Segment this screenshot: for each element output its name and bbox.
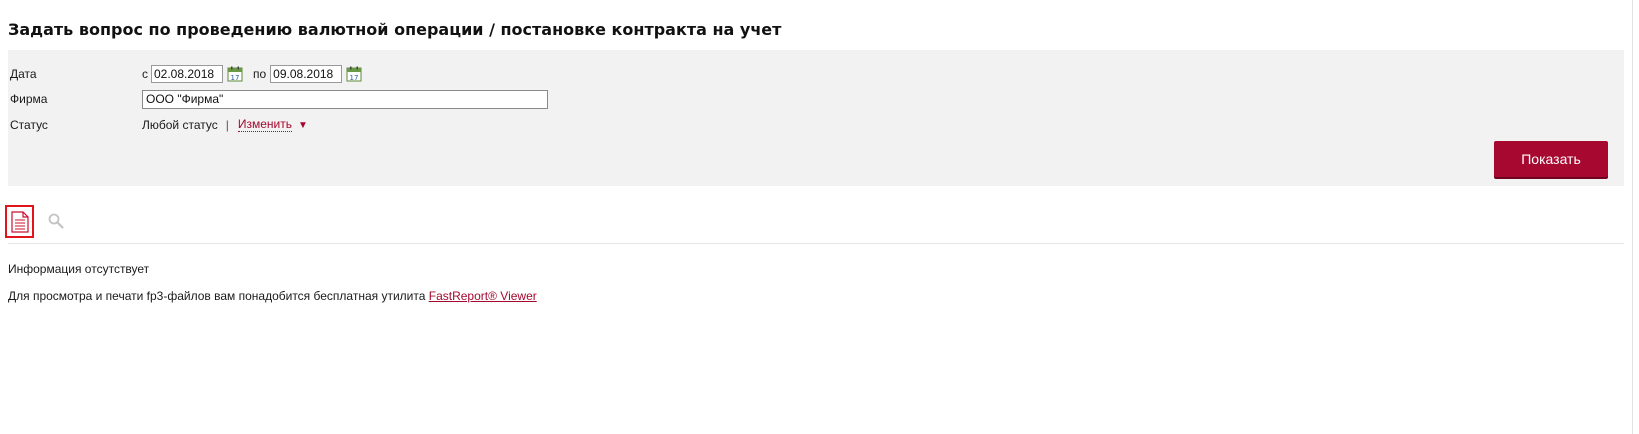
date-label: Дата (10, 67, 37, 81)
right-edge-divider (1632, 0, 1633, 434)
svg-text:17: 17 (350, 74, 359, 82)
viewer-note: Для просмотра и печати fp3-файлов вам по… (8, 289, 537, 303)
caret-down-icon[interactable]: ▼ (298, 120, 308, 131)
calendar-icon[interactable]: 17 (227, 66, 243, 82)
status-label: Статус (10, 118, 48, 132)
firm-label: Фирма (10, 92, 48, 106)
fastreport-viewer-link[interactable]: FastReport® Viewer (429, 289, 537, 303)
date-row: Дата с 17 по 17 (10, 63, 362, 85)
svg-text:17: 17 (231, 74, 240, 82)
empty-state-text: Информация отсутствует (8, 262, 150, 276)
document-export-button[interactable] (5, 205, 34, 238)
toolbar-divider (8, 243, 1624, 244)
date-to-input[interactable] (270, 65, 343, 83)
show-button[interactable]: Показать (1494, 141, 1608, 177)
date-from-prefix: с (142, 67, 148, 81)
document-icon (10, 210, 29, 233)
page-title: Задать вопрос по проведению валютной опе… (8, 20, 782, 39)
search-icon[interactable] (47, 212, 65, 230)
viewer-note-text: Для просмотра и печати fp3-файлов вам по… (8, 289, 429, 303)
status-change-link[interactable]: Изменить (237, 118, 292, 132)
firm-row: Фирма (10, 88, 548, 110)
status-value: Любой статус (142, 118, 218, 132)
status-row: Статус Любой статус | Изменить ▼ (10, 114, 308, 136)
firm-input[interactable] (142, 89, 548, 109)
status-separator: | (225, 118, 229, 132)
calendar-icon[interactable]: 17 (346, 66, 362, 82)
date-to-prefix: по (253, 67, 267, 81)
date-from-input[interactable] (151, 65, 223, 83)
